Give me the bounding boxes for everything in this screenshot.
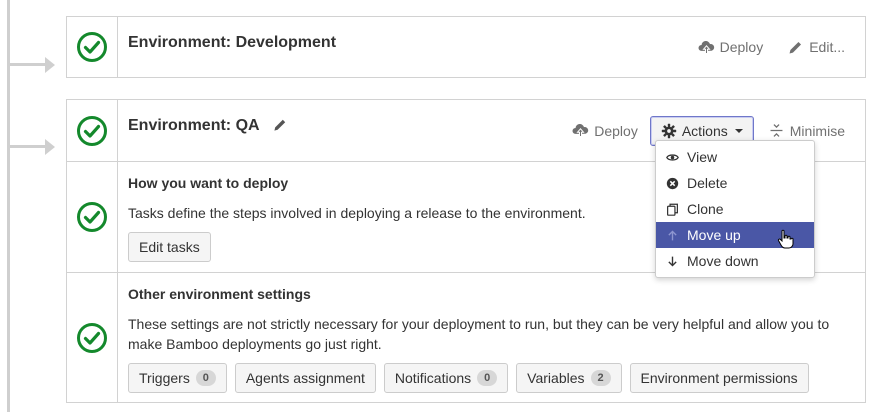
settings-button-group: Triggers 0 Agents assignment Notificatio… (128, 363, 809, 393)
status-cell (67, 162, 118, 272)
status-cell (67, 273, 118, 402)
count-badge: 2 (590, 370, 611, 386)
count-badge: 0 (195, 370, 216, 386)
clone-icon (667, 203, 678, 216)
notifications-label: Notifications (394, 370, 472, 386)
chevron-down-icon (734, 128, 743, 133)
edit-tasks-label: Edit tasks (139, 239, 200, 255)
header-actions: Deploy Edit... (686, 17, 857, 77)
menu-item-label: Move down (687, 253, 759, 269)
success-check-icon (77, 322, 107, 353)
actions-label: Actions (681, 122, 728, 139)
environment-connector-line (7, 0, 10, 412)
minimise-button[interactable]: Minimise (756, 122, 857, 139)
edit-label: Edit... (809, 39, 845, 55)
arrow-up-icon (668, 229, 677, 240)
deploy-label: Deploy (594, 122, 638, 139)
menu-item-label: Move up (687, 227, 741, 243)
menu-item-delete[interactable]: Delete (656, 170, 814, 196)
menu-item-view[interactable]: View (656, 144, 814, 170)
triggers-label: Triggers (139, 370, 190, 386)
minimise-icon (770, 124, 783, 137)
section-description: These settings are not strictly necessar… (128, 316, 830, 352)
edit-button[interactable]: Edit... (775, 39, 857, 56)
other-settings-content: Other environment settings These setting… (118, 273, 865, 402)
variables-button[interactable]: Variables 2 (516, 363, 622, 393)
variables-label: Variables (527, 370, 585, 386)
triggers-button[interactable]: Triggers 0 (128, 363, 227, 393)
connector-arrow-development (45, 57, 55, 73)
environment-permissions-label: Environment permissions (640, 370, 798, 386)
menu-item-label: Clone (687, 201, 724, 217)
arrow-down-icon (668, 256, 677, 267)
deploy-button[interactable]: Deploy (560, 122, 650, 139)
eye-icon (666, 153, 679, 161)
section-description: Tasks define the steps involved in deplo… (128, 205, 586, 221)
cloud-upload-icon (572, 124, 589, 137)
status-cell (67, 100, 118, 161)
other-settings-section: Other environment settings These setting… (67, 272, 865, 402)
success-check-icon (77, 202, 107, 232)
environment-title: Environment: Development (128, 34, 337, 51)
section-title: How you want to deploy (128, 175, 289, 191)
notifications-button[interactable]: Notifications 0 (383, 363, 509, 393)
connector-arrow-qa (45, 139, 55, 155)
success-check-icon (77, 115, 107, 146)
environment-panel-development: Environment: Development Deploy Edit... (66, 16, 866, 78)
edit-tasks-button[interactable]: Edit tasks (128, 232, 211, 262)
count-badge: 0 (477, 370, 498, 386)
success-check-icon (77, 32, 107, 62)
deploy-label: Deploy (719, 39, 764, 55)
rename-pencil-icon[interactable] (272, 117, 288, 133)
menu-item-clone[interactable]: Clone (656, 196, 814, 222)
deploy-button[interactable]: Deploy (686, 39, 776, 56)
hand-cursor-icon (777, 229, 794, 249)
pencil-icon (789, 41, 802, 53)
status-cell (67, 17, 118, 77)
environment-header-development: Environment: Development Deploy Edit... (67, 17, 865, 77)
connector-branch-qa (7, 145, 47, 148)
cloud-upload-icon (698, 40, 714, 54)
gear-icon (661, 123, 677, 138)
minimise-label: Minimise (789, 122, 845, 139)
agents-assignment-button[interactable]: Agents assignment (234, 363, 376, 393)
menu-item-label: View (687, 149, 718, 165)
delete-circle-icon (666, 177, 679, 189)
environment-title: Environment: QA (128, 117, 260, 134)
connector-branch-development (7, 63, 47, 66)
actions-dropdown-menu: View Delete Clone Move up Move down (655, 140, 815, 278)
menu-item-move-down[interactable]: Move down (656, 248, 814, 274)
header-content: Environment: Development Deploy Edit... (118, 17, 865, 77)
agents-assignment-label: Agents assignment (245, 370, 365, 386)
environment-permissions-button[interactable]: Environment permissions (629, 363, 809, 393)
section-title: Other environment settings (128, 286, 311, 302)
menu-item-label: Delete (687, 175, 728, 191)
